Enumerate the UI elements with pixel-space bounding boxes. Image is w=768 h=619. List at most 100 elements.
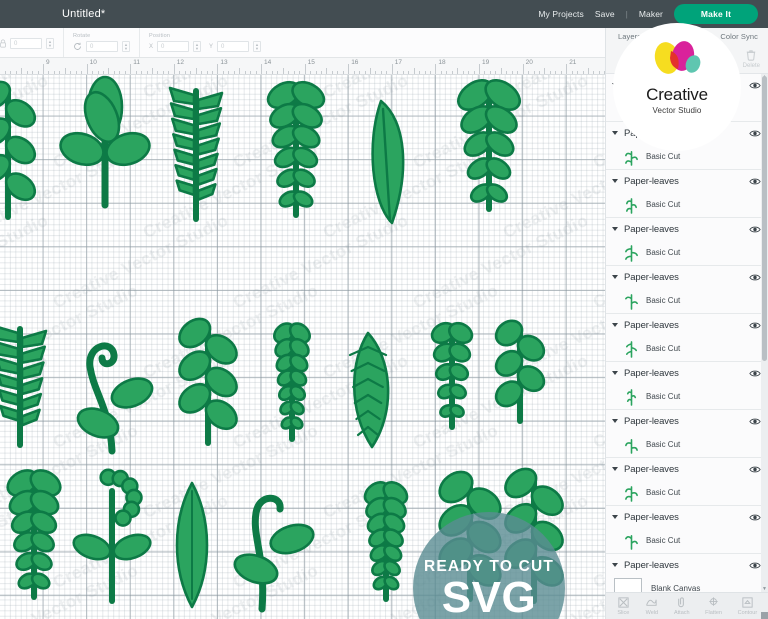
- layers-scrollbar-thumb[interactable]: [762, 76, 767, 361]
- ruler-minor-tick: [549, 70, 551, 74]
- layer-group-header[interactable]: Paper-leaves: [606, 506, 768, 528]
- layer-child-row[interactable]: Basic Cut: [606, 336, 768, 361]
- tab-color-sync[interactable]: Color Sync: [720, 32, 758, 41]
- layer-group[interactable]: Paper-leaves Basic Cut: [606, 314, 768, 362]
- chevron-down-icon[interactable]: [612, 515, 618, 519]
- eye-icon[interactable]: [749, 273, 761, 282]
- layer-child-row[interactable]: Basic Cut: [606, 144, 768, 169]
- tab-layers[interactable]: Layers: [618, 32, 641, 41]
- x-stepper[interactable]: ▲ ▼: [193, 41, 202, 52]
- chevron-down-icon[interactable]: [612, 563, 618, 567]
- save-button[interactable]: Save: [595, 9, 615, 19]
- horizontal-ruler[interactable]: 9 10 11 12 13 14 15 16 17 18 19 20 21: [0, 58, 605, 75]
- eye-icon[interactable]: [749, 81, 761, 90]
- my-projects-link[interactable]: My Projects: [538, 9, 584, 19]
- ruler-minor-tick: [326, 68, 328, 74]
- layer-group-header[interactable]: Paper-leaves: [606, 122, 768, 144]
- layer-group-header[interactable]: Paper-leaves: [606, 218, 768, 240]
- size-input[interactable]: 0: [10, 38, 42, 49]
- layer-group[interactable]: Paper-leaves Basic Cut: [606, 218, 768, 266]
- ruler-minor-tick: [211, 70, 213, 74]
- layer-group[interactable]: Paper-leaves Basic Cut: [606, 410, 768, 458]
- chevron-down-icon[interactable]: [612, 467, 618, 471]
- layer-child-row[interactable]: Basic Cut: [606, 384, 768, 409]
- layer-child-row[interactable]: Blank Canvas: [606, 576, 768, 592]
- layer-group[interactable]: Paper-leaves Blank Canvas: [606, 554, 768, 592]
- layer-group-title: Paper-leaves: [624, 319, 679, 331]
- eye-icon[interactable]: [749, 225, 761, 234]
- lock-icon[interactable]: [0, 39, 6, 48]
- layers-scrollbar[interactable]: ▲ ▼: [761, 74, 768, 592]
- leaf-artwork[interactable]: [0, 75, 605, 619]
- eye-icon[interactable]: [749, 513, 761, 522]
- y-input[interactable]: 0: [217, 41, 250, 52]
- layer-child-row[interactable]: Basic Cut: [606, 96, 768, 121]
- layer-group[interactable]: Paper-leaves Basic Cut: [606, 458, 768, 506]
- rotate-input[interactable]: 0: [86, 41, 118, 52]
- layer-group[interactable]: Paper-leaves Basic Cut: [606, 122, 768, 170]
- eye-icon[interactable]: [749, 129, 761, 138]
- rotate-icon[interactable]: [73, 42, 82, 51]
- y-stepper[interactable]: ▲ ▼: [253, 41, 262, 52]
- eye-icon[interactable]: [749, 369, 761, 378]
- op-attach-button[interactable]: Attach: [674, 596, 690, 616]
- eye-icon[interactable]: [749, 417, 761, 426]
- size-stepper[interactable]: ▲ ▼: [46, 38, 54, 49]
- ruler-minor-tick: [310, 70, 312, 74]
- layer-group-header[interactable]: Paper-leaves: [606, 74, 768, 96]
- ruler-minor-tick: [402, 70, 404, 74]
- layer-group[interactable]: Paper-leaves Basic Cut: [606, 74, 768, 122]
- op-slice-button[interactable]: Slice: [617, 596, 630, 616]
- layer-group-header[interactable]: Paper-leaves: [606, 410, 768, 432]
- layer-child-row[interactable]: Basic Cut: [606, 528, 768, 553]
- op-contour-button[interactable]: Contour: [738, 596, 757, 616]
- document-title[interactable]: Untitled*: [62, 8, 105, 20]
- op-weld-button[interactable]: Weld: [645, 596, 658, 616]
- blank-canvas-swatch[interactable]: [614, 578, 642, 592]
- rotate-stepper[interactable]: ▲ ▼: [122, 41, 130, 52]
- delete-action[interactable]: Delete: [743, 49, 760, 69]
- design-canvas[interactable]: Creative Vector StudioCreative Vector St…: [0, 75, 605, 619]
- ruler-minor-tick: [233, 70, 235, 74]
- chevron-down-icon[interactable]: [612, 227, 618, 231]
- layer-child-row[interactable]: Basic Cut: [606, 240, 768, 265]
- layers-list[interactable]: Paper-leaves Basic Cut Paper-leaves Basic C…: [606, 74, 768, 592]
- chevron-down-icon[interactable]: [612, 275, 618, 279]
- artwork-layer[interactable]: [0, 75, 605, 619]
- layer-child-row[interactable]: Basic Cut: [606, 192, 768, 217]
- eye-icon[interactable]: [749, 561, 761, 570]
- chevron-down-icon[interactable]: [612, 179, 618, 183]
- chevron-down-icon[interactable]: [612, 323, 618, 327]
- ruler-minor-tick: [146, 70, 148, 74]
- layer-group-header[interactable]: Paper-leaves: [606, 362, 768, 384]
- layer-group[interactable]: Paper-leaves Basic Cut: [606, 266, 768, 314]
- machine-selector[interactable]: Maker: [639, 9, 663, 19]
- resize-grip[interactable]: [761, 612, 768, 619]
- ruler-minor-tick: [102, 70, 104, 74]
- make-it-button[interactable]: Make It: [674, 4, 758, 24]
- eye-icon[interactable]: [749, 177, 761, 186]
- eye-icon[interactable]: [749, 465, 761, 474]
- layer-group[interactable]: Paper-leaves Basic Cut: [606, 506, 768, 554]
- ruler-label: 11: [133, 59, 140, 66]
- layer-thumbnail-leaf-stem-icon: [624, 195, 639, 214]
- layer-child-row[interactable]: Basic Cut: [606, 480, 768, 505]
- layer-group-header[interactable]: Paper-leaves: [606, 170, 768, 192]
- layer-group-header[interactable]: Paper-leaves: [606, 554, 768, 576]
- x-input[interactable]: 0: [157, 41, 190, 52]
- chevron-down-icon[interactable]: [612, 83, 618, 87]
- layer-group-header[interactable]: Paper-leaves: [606, 314, 768, 336]
- eye-icon[interactable]: [749, 321, 761, 330]
- layer-group[interactable]: Paper-leaves Basic Cut: [606, 362, 768, 410]
- ruler-minor-tick: [64, 68, 66, 74]
- layer-group[interactable]: Paper-leaves Basic Cut: [606, 170, 768, 218]
- chevron-down-icon[interactable]: [612, 419, 618, 423]
- layer-child-row[interactable]: Basic Cut: [606, 288, 768, 313]
- layer-child-row[interactable]: Basic Cut: [606, 432, 768, 457]
- chevron-down-icon[interactable]: [612, 371, 618, 375]
- ruler-minor-tick: [10, 70, 12, 74]
- chevron-down-icon[interactable]: [612, 131, 618, 135]
- op-flatten-button[interactable]: Flatten: [705, 596, 722, 616]
- layer-group-header[interactable]: Paper-leaves: [606, 458, 768, 480]
- layer-group-header[interactable]: Paper-leaves: [606, 266, 768, 288]
